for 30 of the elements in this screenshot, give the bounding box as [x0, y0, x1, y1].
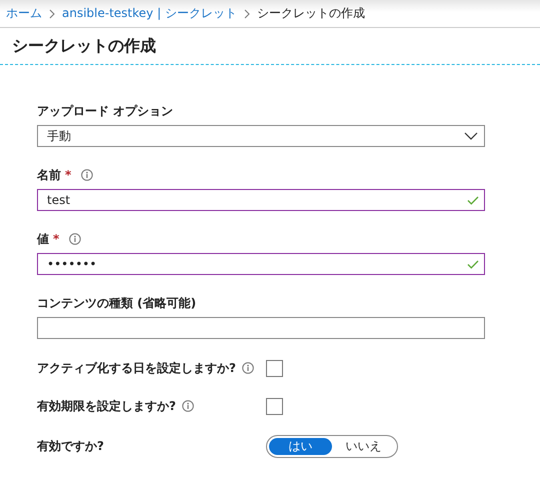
field-label: 値 [37, 230, 49, 248]
input-field[interactable]: test [37, 189, 485, 211]
input-field[interactable]: ••••••• [37, 253, 485, 275]
required-mark: * [65, 168, 72, 182]
breadcrumb-current: シークレットの作成 [256, 5, 365, 22]
chevron-down-icon [464, 132, 478, 140]
info-icon[interactable] [182, 400, 194, 412]
field-label: コンテンツの種類 (省略可能) [37, 294, 196, 312]
required-mark: * [53, 232, 60, 246]
toggle-option[interactable]: はい [269, 438, 332, 455]
field-label: 名前 [37, 166, 61, 184]
page-title: シークレットの作成 [11, 35, 157, 57]
checkbox[interactable] [266, 398, 283, 414]
checkmark-icon [467, 196, 479, 205]
chevron-icon [48, 8, 56, 18]
checkmark-icon [467, 260, 479, 269]
dropdown[interactable]: 手動 [37, 125, 485, 147]
info-icon[interactable] [81, 169, 94, 181]
toggle-option[interactable]: いいえ [332, 438, 395, 455]
info-icon[interactable] [242, 362, 254, 374]
checkbox[interactable] [266, 360, 283, 376]
field-label: 有効期限を設定しますか? [37, 398, 176, 414]
input-field[interactable] [37, 317, 485, 339]
field-label: アップロード オプション [37, 102, 174, 120]
field-label: アクティブ化する日を設定しますか? [37, 360, 236, 376]
info-icon[interactable] [69, 233, 82, 245]
chevron-icon [242, 8, 251, 18]
field-label: 有効ですか? [37, 438, 104, 455]
breadcrumb-link[interactable]: ホーム [6, 5, 42, 22]
breadcrumb-link[interactable]: ansible-testkey | シークレット [62, 5, 237, 22]
